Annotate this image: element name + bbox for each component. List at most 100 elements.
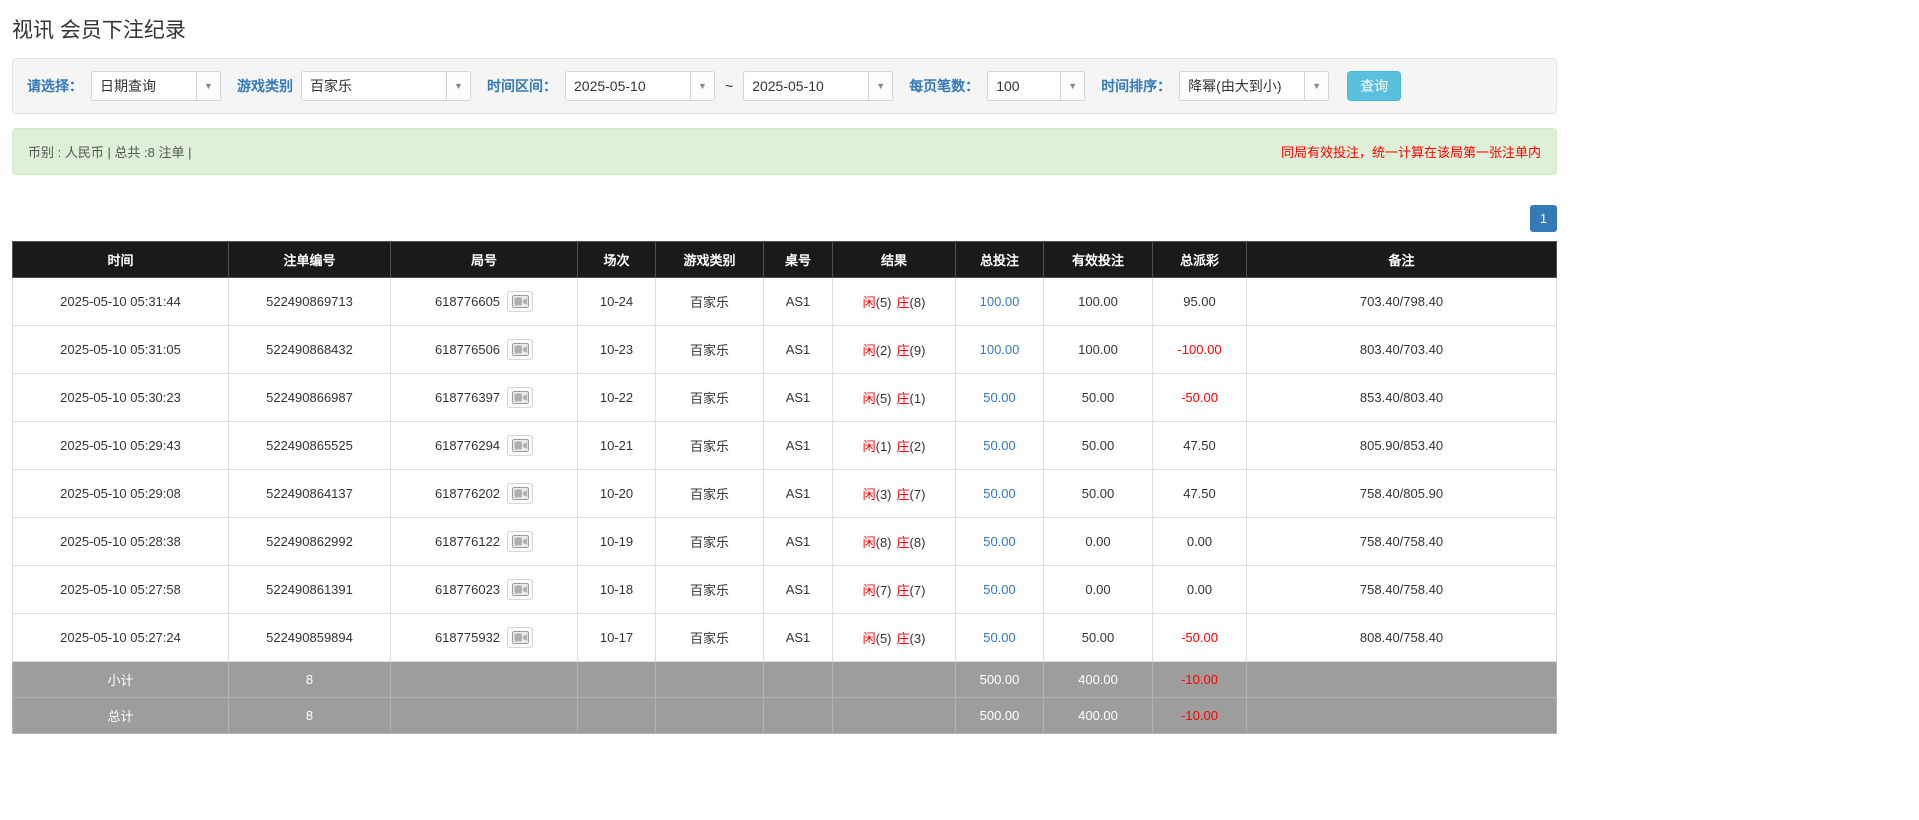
table-row: 2025-05-10 05:30:23 522490866987 6187763… [13,374,1557,422]
result-banker: 庄 [897,295,910,310]
result-player: 闲 [863,391,876,406]
video-replay-button[interactable] [507,435,533,456]
cell-total-bet[interactable]: 50.00 [956,470,1044,518]
round-number: 618776202 [435,486,500,501]
video-replay-button[interactable] [507,531,533,552]
result-player-score: (5) [876,391,892,406]
cell-note: 805.90/853.40 [1247,422,1557,470]
total-valid-bet: 400.00 [1044,698,1153,734]
cell-note: 758.40/758.40 [1247,518,1557,566]
subtotal-row: 小计 8 500.00 400.00 -10.00 [13,662,1557,698]
page-size-input[interactable] [988,72,1060,100]
date-to-picker[interactable]: ▼ [743,71,893,101]
search-button[interactable]: 查询 [1347,71,1401,101]
cell-payout: 0.00 [1153,518,1247,566]
round-number: 618776122 [435,534,500,549]
video-replay-button[interactable] [507,483,533,504]
chevron-down-icon[interactable]: ▼ [690,72,714,100]
table-row: 2025-05-10 05:28:38 522490862992 6187761… [13,518,1557,566]
game-type-select[interactable]: ▼ [301,71,471,101]
result-player-score: (5) [876,631,892,646]
video-replay-button[interactable] [507,291,533,312]
result-player-score: (5) [876,295,892,310]
result-player: 闲 [863,535,876,550]
chevron-down-icon[interactable]: ▼ [1304,72,1328,100]
cell-total-bet[interactable]: 50.00 [956,566,1044,614]
cell-payout: -50.00 [1153,374,1247,422]
game-type-input[interactable] [302,72,446,100]
date-from-input[interactable] [566,72,690,100]
cell-total-bet[interactable]: 100.00 [956,278,1044,326]
cell-valid-bet: 50.00 [1044,614,1153,662]
video-replay-button[interactable] [507,387,533,408]
cell-total-bet[interactable]: 50.00 [956,374,1044,422]
result-banker-score: (7) [910,583,926,598]
page-container: 视讯 会员下注纪录 请选择： ▼ 游戏类别 ▼ 时间区间： ▼ ~ ▼ 每页笔数… [12,0,1557,734]
cell-payout: -50.00 [1153,614,1247,662]
page-size-select[interactable]: ▼ [987,71,1085,101]
result-player: 闲 [863,583,876,598]
round-number: 618775932 [435,630,500,645]
cell-valid-bet: 100.00 [1044,326,1153,374]
cell-result: 闲(5)庄(1) [833,374,956,422]
cell-game: 百家乐 [656,566,764,614]
page-number-button[interactable]: 1 [1530,205,1557,232]
sort-order-select[interactable]: ▼ [1179,71,1329,101]
table-body: 2025-05-10 05:31:44 522490869713 6187766… [13,278,1557,662]
cell-payout: 95.00 [1153,278,1247,326]
video-replay-button[interactable] [507,339,533,360]
chevron-down-icon[interactable]: ▼ [196,72,220,100]
col-header-table-no: 桌号 [764,242,833,278]
result-player: 闲 [863,487,876,502]
subtotal-label: 小计 [13,662,229,698]
col-header-game: 游戏类别 [656,242,764,278]
col-header-valid-bet: 有效投注 [1044,242,1153,278]
filter-bar: 请选择： ▼ 游戏类别 ▼ 时间区间： ▼ ~ ▼ 每页笔数： ▼ 时间排序： … [12,58,1557,114]
cell-bet-id: 522490861391 [229,566,391,614]
cell-round: 618776605 [391,278,578,326]
cell-total-bet[interactable]: 50.00 [956,422,1044,470]
video-replay-button[interactable] [507,579,533,600]
query-type-input[interactable] [92,72,196,100]
cell-bet-id: 522490869713 [229,278,391,326]
query-type-select[interactable]: ▼ [91,71,221,101]
cell-total-bet[interactable]: 50.00 [956,614,1044,662]
result-banker: 庄 [897,439,910,454]
cell-round: 618776294 [391,422,578,470]
cell-time: 2025-05-10 05:30:23 [13,374,229,422]
table-header: 时间 注单编号 局号 场次 游戏类别 桌号 结果 总投注 有效投注 总派彩 备注 [13,242,1557,278]
chevron-down-icon[interactable]: ▼ [868,72,892,100]
cell-note: 853.40/803.40 [1247,374,1557,422]
cell-round: 618776202 [391,470,578,518]
game-type-label: 游戏类别 [237,76,293,96]
round-number: 618776506 [435,342,500,357]
cell-payout: 0.00 [1153,566,1247,614]
table-row: 2025-05-10 05:27:24 522490859894 6187759… [13,614,1557,662]
cell-total-bet[interactable]: 100.00 [956,326,1044,374]
cell-payout: -100.00 [1153,326,1247,374]
video-replay-button[interactable] [507,627,533,648]
cell-total-bet[interactable]: 50.00 [956,518,1044,566]
cell-valid-bet: 0.00 [1044,518,1153,566]
chevron-down-icon[interactable]: ▼ [1060,72,1084,100]
cell-valid-bet: 100.00 [1044,278,1153,326]
result-player-score: (2) [876,343,892,358]
cell-game: 百家乐 [656,278,764,326]
round-number: 618776605 [435,294,500,309]
date-from-picker[interactable]: ▼ [565,71,715,101]
total-payout: -10.00 [1153,698,1247,734]
chevron-down-icon[interactable]: ▼ [446,72,470,100]
sort-order-input[interactable] [1180,72,1304,100]
range-separator: ~ [725,78,733,94]
valid-bet-notice: 同局有效投注，统一计算在该局第一张注单内 [1281,142,1541,161]
result-banker: 庄 [897,631,910,646]
result-player-score: (3) [876,487,892,502]
cell-payout: 47.50 [1153,422,1247,470]
cell-bet-id: 522490865525 [229,422,391,470]
cell-table-no: AS1 [764,518,833,566]
subtotal-payout: -10.00 [1153,662,1247,698]
date-to-input[interactable] [744,72,868,100]
cell-time: 2025-05-10 05:29:08 [13,470,229,518]
cell-round: 618776122 [391,518,578,566]
cell-time: 2025-05-10 05:28:38 [13,518,229,566]
